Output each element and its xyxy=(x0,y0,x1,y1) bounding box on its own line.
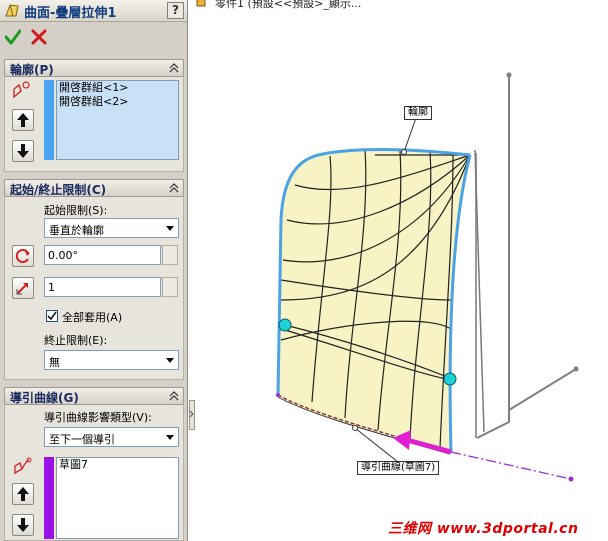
profile-color-stripe xyxy=(44,80,54,160)
property-manager-header: 曲面-疊層拉伸1 ? xyxy=(0,0,187,22)
dropdown-arrow-icon xyxy=(166,435,174,440)
constraints-group-label: 起始/終止限制(C) xyxy=(10,183,107,197)
collapse-chevron-icon[interactable] xyxy=(168,182,180,194)
feature-tree-root-label[interactable]: 零件1 (預設<<預設>_顯示... xyxy=(215,0,361,11)
guide-move-up-button[interactable] xyxy=(12,483,34,505)
start-constraint-select[interactable]: 垂直於輪廓 xyxy=(44,218,179,238)
apply-all-checkbox[interactable] xyxy=(46,310,58,322)
callout-anchor xyxy=(352,425,358,431)
graphics-area[interactable]: 零件1 (預設<<預設>_顯示... 輪廓 導引曲線(草圖7) xyxy=(195,0,608,541)
connector-handle[interactable] xyxy=(278,318,292,332)
connector-handle[interactable] xyxy=(443,372,457,386)
end-constraint-label: 終止限制(E): xyxy=(44,334,108,347)
dropdown-arrow-icon xyxy=(166,226,174,231)
guide-influence-select[interactable]: 至下一個導引 xyxy=(44,427,179,447)
guide-curves-group-body: 導引曲線影響類型(V): 至下一個導引 草圖7 xyxy=(4,405,184,541)
checkmark-icon xyxy=(47,311,57,321)
guide-curves-list[interactable]: 草圖7 xyxy=(56,457,179,539)
start-constraint-label: 起始限制(S): xyxy=(44,204,108,217)
reverse-direction-button[interactable] xyxy=(12,245,34,267)
sketch-point xyxy=(276,393,280,397)
profile-list[interactable]: 開啓群組<1> 開啓群組<2> xyxy=(56,80,179,160)
property-manager: 曲面-疊層拉伸1 ? 輪廓(P) 開啓群組<1> 開啓群組<2> 起始/終止限制… xyxy=(0,0,188,541)
tangent-length-spinner[interactable] xyxy=(162,277,178,297)
move-down-button[interactable] xyxy=(12,140,34,162)
guide-color-stripe xyxy=(44,457,54,539)
guide-move-down-button[interactable] xyxy=(12,514,34,536)
guide-extension-line xyxy=(450,451,572,480)
draft-angle-field[interactable]: 0.00° xyxy=(44,245,161,265)
tangent-length-button[interactable] xyxy=(12,277,34,299)
callout-anchor xyxy=(401,149,407,155)
dropdown-arrow-icon xyxy=(166,358,174,363)
help-button[interactable]: ? xyxy=(167,2,184,19)
collapse-chevron-icon[interactable] xyxy=(168,390,180,402)
arrow-up-icon xyxy=(17,113,29,127)
profile-group-header[interactable]: 輪廓(P) xyxy=(4,59,184,77)
guide-influence-value: 至下一個導引 xyxy=(49,433,115,446)
arrow-down-icon xyxy=(17,518,29,532)
move-up-button[interactable] xyxy=(12,109,34,131)
draft-angle-spinner[interactable] xyxy=(162,245,178,265)
list-item[interactable]: 開啓群組<2> xyxy=(57,95,178,109)
profile-group-label: 輪廓(P) xyxy=(10,63,54,77)
arrow-up-icon xyxy=(17,487,29,501)
collapse-chevron-icon[interactable] xyxy=(168,62,180,74)
ok-check-icon[interactable] xyxy=(5,28,21,46)
sketch-point xyxy=(573,366,579,372)
grip-icon xyxy=(189,410,194,418)
construction-line xyxy=(508,368,577,411)
feature-title: 曲面-疊層拉伸1 xyxy=(24,6,117,21)
sketch-point xyxy=(506,72,512,78)
guide-curves-group-label: 導引曲線(G) xyxy=(10,391,79,405)
apply-all-label[interactable]: 全部套用(A) xyxy=(62,309,122,325)
profile-group-body: 開啓群組<1> 開啓群組<2> xyxy=(4,77,184,172)
tangent-length-value: 1 xyxy=(48,281,55,294)
guide-curve-callout[interactable]: 導引曲線(草圖7) xyxy=(357,461,440,475)
end-constraint-select[interactable]: 無 xyxy=(44,350,179,370)
guide-curves-group-header[interactable]: 導引曲線(G) xyxy=(4,387,184,405)
tangent-length-field[interactable]: 1 xyxy=(44,277,161,297)
sketch-point xyxy=(568,476,574,482)
list-item[interactable]: 開啓群組<1> xyxy=(57,81,178,95)
model-viewport[interactable] xyxy=(195,0,608,541)
loft-surface-icon xyxy=(5,4,19,17)
part-icon xyxy=(196,0,206,7)
arrow-down-icon xyxy=(17,144,29,158)
list-item[interactable]: 草圖7 xyxy=(57,458,178,472)
constraints-group-body: 起始限制(S): 垂直於輪廓 0.00° 1 全部套用(A) 終止限制(E): … xyxy=(4,197,184,380)
end-constraint-value: 無 xyxy=(49,356,60,369)
watermark-text: 三维网 www.3dportal.cn xyxy=(388,521,579,537)
profile-callout[interactable]: 輪廓 xyxy=(404,106,432,120)
start-constraint-value: 垂直於輪廓 xyxy=(49,224,104,237)
reverse-direction-icon xyxy=(15,249,30,263)
guide-curve-icon xyxy=(14,457,32,475)
profile-icon xyxy=(13,81,30,99)
tangent-length-icon xyxy=(16,283,28,295)
constraints-group-header[interactable]: 起始/終止限制(C) xyxy=(4,179,184,197)
guide-influence-label: 導引曲線影響類型(V): xyxy=(44,411,152,424)
draft-angle-value: 0.00° xyxy=(48,249,78,262)
callout-leader xyxy=(403,114,418,153)
cancel-x-icon[interactable] xyxy=(31,28,47,46)
